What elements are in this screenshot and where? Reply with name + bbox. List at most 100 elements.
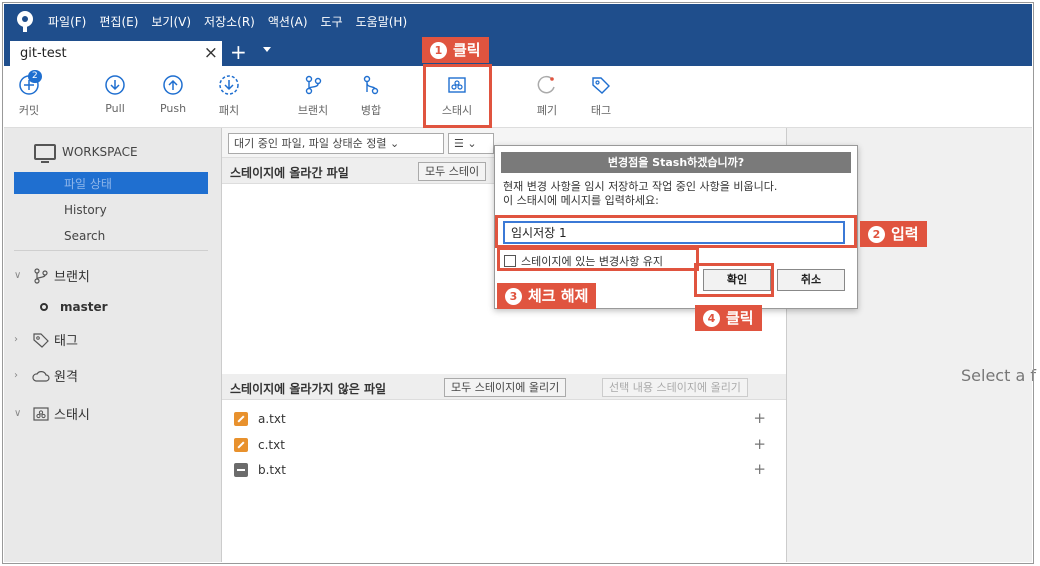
branch-label: 브랜치	[297, 104, 329, 117]
new-tab-button[interactable]: +	[230, 40, 247, 64]
stage-selected-button[interactable]: 선택 내용 스테이지에 올리기	[602, 378, 748, 397]
tag-label: 태그	[590, 104, 612, 117]
menu-view[interactable]: 보기(V)	[151, 13, 191, 30]
menu-tools[interactable]: 도구	[321, 13, 343, 30]
monitor-icon	[34, 144, 56, 163]
menu-actions[interactable]: 액션(A)	[268, 13, 308, 30]
pull-button[interactable]: Pull	[90, 74, 140, 115]
stage-file-plus-icon[interactable]: +	[753, 460, 766, 478]
file-row[interactable]: a.txt +	[234, 408, 774, 430]
stage-file-plus-icon[interactable]: +	[753, 409, 766, 427]
stage-all-button[interactable]: 모두 스테이지에 올리기	[444, 378, 567, 397]
list-view-toggle[interactable]: ☰ ⌄	[448, 133, 494, 154]
merge-label: 병합	[360, 104, 382, 117]
push-button[interactable]: Push	[148, 74, 198, 115]
file-filter-select[interactable]: 대기 중인 파일, 파일 상태순 정렬 ⌄	[228, 133, 444, 154]
commit-label: 커밋	[18, 104, 40, 117]
pull-icon	[105, 75, 125, 95]
step1-callout: 1 클릭	[422, 37, 489, 63]
menu-edit[interactable]: 편집(E)	[99, 13, 138, 30]
fetch-button[interactable]: 패치	[204, 74, 254, 118]
tag-button[interactable]: 태그	[576, 74, 626, 118]
push-icon	[163, 75, 183, 95]
sidebar: WORKSPACE 파일 상태 History Search ∨ 브랜치 mas…	[4, 128, 222, 562]
branch-button[interactable]: 브랜치	[288, 74, 338, 118]
sidebar-group-remotes[interactable]: › 원격	[14, 366, 78, 385]
dialog-message: 현재 변경 사항을 임시 저장하고 작업 중인 사항을 비웁니다. 이 스태시에…	[503, 180, 853, 208]
current-branch-icon	[40, 303, 48, 311]
sidebar-group-branches[interactable]: ∨ 브랜치	[14, 266, 90, 285]
sidebar-group-tags[interactable]: › 태그	[14, 330, 78, 349]
step-text: 입력	[891, 225, 919, 243]
file-name: b.txt	[258, 463, 286, 477]
tab-close-icon[interactable]: ×	[204, 43, 218, 63]
step-number: 3	[505, 287, 522, 305]
toolbar: 2 커밋 Pull Push 패치 브랜치 병합 스태시 폐기 태그	[4, 66, 1032, 128]
discard-label: 폐기	[536, 104, 558, 117]
input-highlight	[495, 215, 857, 248]
sidebar-divider	[14, 250, 208, 251]
step2-callout: 2 입력	[860, 221, 927, 247]
file-row[interactable]: b.txt +	[234, 459, 774, 481]
sidebar-item-file-status[interactable]: 파일 상태	[14, 172, 208, 194]
branch-name: master	[60, 300, 108, 314]
branch-icon	[34, 267, 48, 284]
staged-files-title: 스테이지에 올라간 파일	[230, 166, 349, 180]
commit-count-badge: 2	[28, 70, 42, 83]
dialog-message-line: 이 스태시에 메시지를 입력하세요:	[503, 194, 659, 207]
tag-icon	[592, 77, 610, 94]
sourcetree-logo-icon	[14, 10, 36, 32]
branch-master-item[interactable]: master	[40, 300, 108, 314]
step-text: 클릭	[726, 309, 754, 327]
step3-callout: 3 체크 해제	[497, 283, 597, 309]
stage-file-plus-icon[interactable]: +	[753, 435, 766, 453]
tab-strip: git-test × +	[4, 38, 1032, 66]
cloud-icon	[32, 370, 50, 382]
diff-empty-hint: Select a f	[961, 366, 1036, 385]
branch-icon	[305, 75, 322, 95]
merge-button[interactable]: 병합	[346, 74, 396, 118]
sidebar-item-label: 파일 상태	[64, 177, 112, 191]
step-number: 2	[868, 225, 885, 243]
file-row[interactable]: c.txt +	[234, 434, 774, 456]
sidebar-group-label: 스태시	[54, 408, 90, 423]
menu-file[interactable]: 파일(F)	[48, 13, 86, 30]
step-text: 체크 해제	[528, 287, 589, 305]
sidebar-group-stashes[interactable]: ∨ 스태시	[14, 404, 90, 423]
discard-icon	[537, 75, 555, 94]
stash-button-highlight	[423, 64, 492, 128]
chevron-down-icon: ∨	[14, 270, 22, 281]
step4-callout: 4 클릭	[695, 305, 762, 331]
file-name: c.txt	[258, 438, 285, 452]
menu-bar: 파일(F) 편집(E) 보기(V) 저장소(R) 액션(A) 도구 도움말(H)	[4, 4, 1032, 38]
tab-title: git-test	[20, 46, 67, 61]
tab-repository[interactable]: git-test ×	[10, 41, 222, 66]
fetch-label: 패치	[218, 104, 240, 117]
cancel-button[interactable]: 취소	[777, 269, 845, 291]
menu-repository[interactable]: 저장소(R)	[204, 13, 255, 30]
modified-file-icon	[234, 438, 248, 452]
file-name: a.txt	[258, 412, 286, 426]
commit-button[interactable]: 2 커밋	[4, 70, 54, 118]
step-number: 1	[430, 41, 447, 59]
merge-icon	[363, 75, 379, 95]
menu-help[interactable]: 도움말(H)	[356, 13, 408, 30]
sidebar-group-label: 원격	[54, 370, 78, 385]
removed-file-icon	[234, 463, 248, 477]
ok-button-highlight	[694, 263, 774, 297]
sidebar-group-label: 태그	[54, 334, 78, 349]
sidebar-item-search[interactable]: Search	[64, 229, 105, 243]
discard-button[interactable]: 폐기	[522, 74, 572, 118]
workspace-label: WORKSPACE	[62, 145, 138, 159]
unstaged-files-title: 스테이지에 올라가지 않은 파일	[230, 382, 387, 396]
sidebar-group-label: 브랜치	[54, 270, 90, 285]
chevron-down-icon: ∨	[14, 408, 22, 419]
workspace-header: WORKSPACE	[34, 144, 138, 163]
sidebar-item-history[interactable]: History	[64, 203, 107, 217]
tab-dropdown-icon[interactable]	[263, 47, 271, 52]
unstage-all-button[interactable]: 모두 스테이	[418, 162, 487, 181]
push-label: Push	[159, 102, 187, 115]
dialog-title: 변경점을 Stash하겠습니까?	[501, 152, 851, 173]
checkbox-highlight	[497, 247, 699, 271]
modified-file-icon	[234, 412, 248, 426]
